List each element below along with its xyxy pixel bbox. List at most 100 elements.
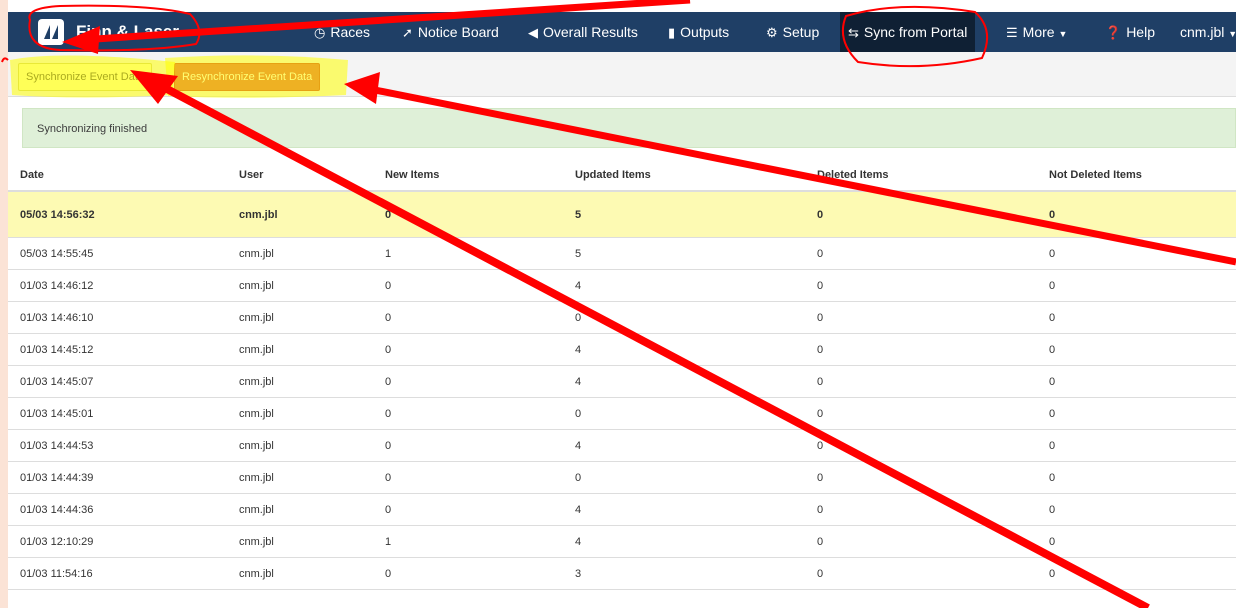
table-row[interactable]: 05/03 14:56:32 cnm.jbl 0 5 0 0 — [8, 191, 1236, 238]
cell-user: cnm.jbl — [227, 461, 373, 494]
nav-more-label: More — [1022, 24, 1055, 40]
cell-updated-items: 4 — [563, 365, 805, 398]
nav-sync-label: Sync from Portal — [863, 24, 968, 40]
nav-more[interactable]: ☰ More ▼ — [1006, 12, 1067, 52]
cell-user: cnm.jbl — [227, 301, 373, 334]
cell-updated-items: 0 — [563, 301, 805, 334]
cell-not-deleted-items: 0 — [1037, 525, 1236, 558]
cell-deleted-items: 0 — [805, 557, 1037, 590]
cell-deleted-items: 0 — [805, 429, 1037, 462]
cell-date: 01/03 14:44:36 — [8, 493, 227, 526]
table-row[interactable]: 01/03 14:45:12 cnm.jbl 0 4 0 0 — [8, 333, 1236, 366]
cell-not-deleted-items: 0 — [1037, 301, 1236, 334]
question-circle-icon: ❓ — [1105, 25, 1122, 40]
cell-date: 01/03 14:45:01 — [8, 397, 227, 430]
cell-deleted-items: 0 — [805, 237, 1037, 270]
file-icon: ▮ — [668, 25, 676, 40]
cell-updated-items: 5 — [563, 191, 805, 238]
cell-deleted-items: 0 — [805, 301, 1037, 334]
cell-new-items: 0 — [373, 191, 563, 238]
cell-user: cnm.jbl — [227, 365, 373, 398]
header-deleted-items[interactable]: Deleted Items — [805, 160, 1037, 192]
sync-history-table: Date User New Items Updated Items Delete… — [8, 160, 1236, 590]
cell-new-items: 0 — [373, 301, 563, 334]
cell-new-items: 0 — [373, 493, 563, 526]
nav-outputs-label: Outputs — [680, 24, 730, 40]
header-new-items[interactable]: New Items — [373, 160, 563, 192]
cell-not-deleted-items: 0 — [1037, 237, 1236, 270]
nav-races[interactable]: ◷ Races — [314, 12, 370, 52]
cell-user: cnm.jbl — [227, 397, 373, 430]
cell-deleted-items: 0 — [805, 525, 1037, 558]
cell-date: 01/03 14:44:53 — [8, 429, 227, 462]
nav-setup-label: Setup — [782, 24, 820, 40]
nav-setup[interactable]: ⚙ Setup — [766, 12, 819, 52]
synchronize-event-data-button[interactable]: Synchronize Event Data — [18, 63, 153, 91]
nav-notice-board[interactable]: ➚ Notice Board — [402, 12, 499, 52]
header-date[interactable]: Date — [8, 160, 227, 192]
cell-date: 01/03 14:46:10 — [8, 301, 227, 334]
caret-down-icon: ▼ — [1058, 29, 1068, 39]
table-row[interactable]: 01/03 14:44:53 cnm.jbl 0 4 0 0 — [8, 429, 1236, 462]
nav-help-label: Help — [1126, 24, 1155, 40]
nav-sync-from-portal[interactable]: ⇆ Sync from Portal — [840, 12, 976, 52]
cell-user: cnm.jbl — [227, 429, 373, 462]
table-row[interactable]: 01/03 11:54:16 cnm.jbl 0 3 0 0 — [8, 557, 1236, 590]
cell-new-items: 1 — [373, 525, 563, 558]
cell-new-items: 0 — [373, 365, 563, 398]
cell-deleted-items: 0 — [805, 461, 1037, 494]
nav-overall-results[interactable]: ◀ Overall Results — [528, 12, 638, 52]
cell-updated-items: 0 — [563, 461, 805, 494]
cell-updated-items: 4 — [563, 493, 805, 526]
clock-icon: ◷ — [314, 25, 326, 40]
cell-date: 01/03 12:10:29 — [8, 525, 227, 558]
nav-outputs[interactable]: ▮ Outputs — [668, 12, 729, 52]
cell-new-items: 0 — [373, 269, 563, 302]
header-user[interactable]: User — [227, 160, 373, 192]
cell-updated-items: 5 — [563, 237, 805, 270]
table-row[interactable]: 01/03 14:45:07 cnm.jbl 0 4 0 0 — [8, 365, 1236, 398]
table-row[interactable]: 01/03 12:10:29 cnm.jbl 1 4 0 0 — [8, 525, 1236, 558]
cell-new-items: 0 — [373, 557, 563, 590]
cell-not-deleted-items: 0 — [1037, 365, 1236, 398]
nav-notice-board-label: Notice Board — [417, 24, 499, 40]
cell-not-deleted-items: 0 — [1037, 191, 1236, 238]
cell-date: 05/03 14:55:45 — [8, 237, 227, 270]
header-not-deleted-items[interactable]: Not Deleted Items — [1037, 160, 1236, 192]
brand[interactable]: Finn & Laser — [38, 16, 179, 48]
cell-new-items: 0 — [373, 333, 563, 366]
nav-user-menu[interactable]: cnm.jbl ▼ — [1180, 12, 1236, 52]
header-updated-items[interactable]: Updated Items — [563, 160, 805, 192]
cell-updated-items: 4 — [563, 429, 805, 462]
table-row[interactable]: 01/03 14:45:01 cnm.jbl 0 0 0 0 — [8, 397, 1236, 430]
cell-new-items: 0 — [373, 461, 563, 494]
cell-user: cnm.jbl — [227, 237, 373, 270]
cell-not-deleted-items: 0 — [1037, 493, 1236, 526]
table-row[interactable]: 01/03 14:44:36 cnm.jbl 0 4 0 0 — [8, 493, 1236, 526]
pin-icon: ➚ — [402, 25, 413, 40]
nav-races-label: Races — [330, 24, 371, 40]
cell-user: cnm.jbl — [227, 525, 373, 558]
megaphone-icon: ◀ — [528, 25, 538, 40]
nav-overall-results-label: Overall Results — [543, 24, 638, 40]
cell-not-deleted-items: 0 — [1037, 461, 1236, 494]
nav-help[interactable]: ❓ Help — [1105, 12, 1155, 52]
nav-user-label: cnm.jbl — [1180, 24, 1225, 40]
cell-date: 01/03 14:46:12 — [8, 269, 227, 302]
exchange-icon: ⇆ — [848, 25, 859, 40]
cell-deleted-items: 0 — [805, 269, 1037, 302]
cell-new-items: 0 — [373, 397, 563, 430]
page-left-margin — [0, 0, 8, 608]
cell-not-deleted-items: 0 — [1037, 429, 1236, 462]
cell-not-deleted-items: 0 — [1037, 269, 1236, 302]
table-row[interactable]: 01/03 14:46:12 cnm.jbl 0 4 0 0 — [8, 269, 1236, 302]
table-row[interactable]: 01/03 14:44:39 cnm.jbl 0 0 0 0 — [8, 461, 1236, 494]
resynchronize-event-data-button[interactable]: Resynchronize Event Data — [174, 63, 321, 91]
cell-new-items: 1 — [373, 237, 563, 270]
cell-not-deleted-items: 0 — [1037, 557, 1236, 590]
success-alert: Synchronizing finished — [22, 108, 1236, 148]
list-icon: ☰ — [1006, 25, 1018, 40]
table-row[interactable]: 01/03 14:46:10 cnm.jbl 0 0 0 0 — [8, 301, 1236, 334]
table-row[interactable]: 05/03 14:55:45 cnm.jbl 1 5 0 0 — [8, 237, 1236, 270]
sailing-logo-icon — [38, 19, 64, 45]
